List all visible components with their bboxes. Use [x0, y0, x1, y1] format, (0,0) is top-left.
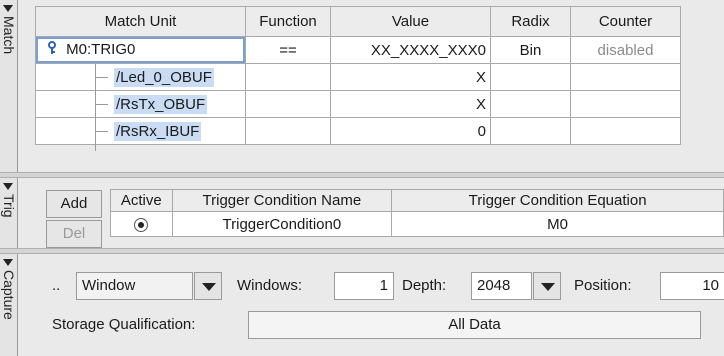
key-node-icon: [46, 41, 58, 59]
col-header-radix[interactable]: Radix: [490, 6, 571, 37]
trig-section-tab[interactable]: Trig: [0, 178, 18, 248]
depth-label: Depth:: [402, 277, 447, 294]
probe-cell[interactable]: /RsTx_OBUF: [35, 90, 246, 118]
match-unit-name: M0:TRIG0: [66, 40, 136, 58]
trig-tab-label: Trig: [1, 194, 17, 218]
col-header-condition-equation[interactable]: Trigger Condition Equation: [391, 189, 724, 212]
match-section-tab[interactable]: Match: [0, 0, 18, 172]
del-button[interactable]: Del: [46, 220, 102, 248]
trigger-condition-table: Active Trigger Condition Name Trigger Co…: [110, 189, 724, 237]
match-table: Match Unit Function Value Radix Counter …: [35, 6, 681, 145]
tree-connector: [96, 131, 108, 132]
active-radio[interactable]: [134, 217, 149, 232]
active-cell[interactable]: [110, 211, 173, 237]
add-button[interactable]: Add: [46, 190, 102, 218]
probe-cell[interactable]: /Led_0_OBUF: [35, 63, 246, 91]
tree-connector: [96, 104, 108, 105]
match-unit-cell[interactable]: M0:TRIG0: [35, 36, 246, 64]
chevron-down-icon[interactable]: [533, 272, 561, 300]
col-header-condition-name[interactable]: Trigger Condition Name: [171, 189, 393, 212]
col-header-active[interactable]: Active: [110, 189, 173, 212]
table-row[interactable]: /Led_0_OBUF X: [35, 63, 681, 91]
table-row[interactable]: /RsRx_IBUF 0: [35, 117, 681, 145]
function-cell[interactable]: [245, 90, 331, 118]
section-divider[interactable]: [0, 172, 724, 178]
storage-qualification-field[interactable]: All Data: [248, 311, 701, 339]
condition-name-cell[interactable]: TriggerCondition0: [171, 211, 393, 237]
value-cell[interactable]: X: [330, 90, 491, 118]
value-cell[interactable]: X: [330, 63, 491, 91]
position-input[interactable]: 10: [660, 272, 724, 300]
radix-cell[interactable]: Bin: [490, 36, 571, 64]
chevron-down-icon[interactable]: [194, 272, 222, 300]
radix-cell[interactable]: [490, 117, 571, 145]
col-header-counter[interactable]: Counter: [570, 6, 681, 37]
position-label: Position:: [574, 277, 632, 294]
col-header-value[interactable]: Value: [330, 6, 491, 37]
function-cell[interactable]: [245, 117, 331, 145]
table-row[interactable]: M0:TRIG0 == XX_XXXX_XXX0 Bin disabled: [35, 36, 681, 64]
trigger-table-header: Active Trigger Condition Name Trigger Co…: [110, 189, 724, 212]
radix-cell[interactable]: [490, 90, 571, 118]
condition-equation-cell[interactable]: M0: [391, 211, 724, 237]
collapse-arrow-icon: [3, 259, 13, 266]
counter-cell[interactable]: [570, 63, 681, 91]
tree-trunk-line: [95, 64, 96, 151]
table-row[interactable]: /RsTx_OBUF X: [35, 90, 681, 118]
probe-name: /RsRx_IBUF: [114, 121, 202, 141]
probe-name: /Led_0_OBUF: [114, 67, 214, 87]
col-header-function[interactable]: Function: [245, 6, 331, 37]
counter-cell[interactable]: [570, 117, 681, 145]
col-header-match-unit[interactable]: Match Unit: [35, 6, 246, 37]
capture-mode-select[interactable]: Window: [76, 272, 193, 300]
depth-select[interactable]: 2048: [471, 272, 532, 300]
collapse-arrow-icon: [3, 5, 13, 12]
storage-qualification-label: Storage Qualification:: [52, 316, 196, 333]
value-cell[interactable]: 0: [330, 117, 491, 145]
windows-input[interactable]: 1: [334, 272, 394, 300]
radix-cell[interactable]: [490, 63, 571, 91]
collapse-arrow-icon: [3, 183, 13, 190]
match-table-header: Match Unit Function Value Radix Counter: [35, 6, 681, 37]
counter-cell[interactable]: disabled: [570, 36, 681, 64]
counter-cell[interactable]: [570, 90, 681, 118]
overflow-dots[interactable]: ..: [52, 272, 60, 300]
table-row[interactable]: TriggerCondition0 M0: [110, 211, 724, 237]
function-cell[interactable]: ==: [245, 36, 331, 64]
windows-label: Windows:: [237, 277, 303, 294]
section-divider[interactable]: [0, 248, 724, 254]
probe-name: /RsTx_OBUF: [114, 94, 208, 114]
tree-connector: [96, 77, 108, 78]
function-cell[interactable]: [245, 63, 331, 91]
match-tab-label: Match: [1, 16, 17, 55]
probe-cell[interactable]: /RsRx_IBUF: [35, 117, 246, 145]
value-cell[interactable]: XX_XXXX_XXX0: [330, 36, 491, 64]
capture-tab-label: Capture: [1, 270, 17, 320]
capture-section-tab[interactable]: Capture: [0, 254, 18, 356]
